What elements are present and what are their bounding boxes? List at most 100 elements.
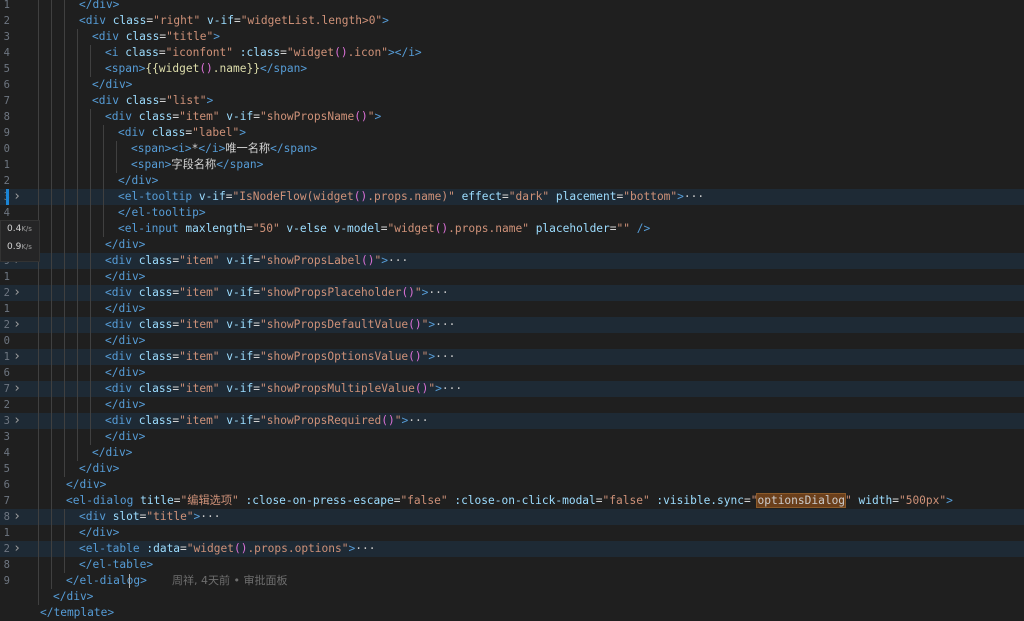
indent-guide xyxy=(90,397,91,413)
code-text[interactable]: <div class="item" v-if="showPropsName()"… xyxy=(105,109,381,125)
code-text[interactable]: </div> xyxy=(105,429,145,445)
code-text[interactable]: </div> xyxy=(92,445,132,461)
folded-ellipsis[interactable]: ··· xyxy=(435,318,455,331)
code-text[interactable]: <div class="right" v-if="widgetList.leng… xyxy=(79,13,389,29)
code-text[interactable]: <div class="item" v-if="showPropsPlaceho… xyxy=(105,285,449,301)
folded-ellipsis[interactable]: ··· xyxy=(355,542,375,555)
code-text[interactable]: </template> xyxy=(40,605,114,621)
download-speed: 0.9K/s xyxy=(7,242,32,252)
code-line[interactable]: 4 <i class="iconfont" :class="widget().ic… xyxy=(0,45,1024,61)
code-text[interactable]: <div class="item" v-if="showPropsOptions… xyxy=(105,349,455,365)
code-text[interactable]: </div> xyxy=(105,301,145,317)
code-text[interactable]: </div> xyxy=(66,477,106,493)
fold-chevron-icon[interactable]: › xyxy=(12,509,22,525)
code-text[interactable]: </div> xyxy=(105,397,145,413)
code-line[interactable]: 1 </div> xyxy=(0,301,1024,317)
code-text[interactable]: </el-dialog> xyxy=(66,573,147,589)
code-line[interactable]: 3›<el-tooltip v-if="IsNodeFlow(widget().… xyxy=(0,189,1024,205)
code-line[interactable]: 1 <span>字段名称</span> xyxy=(0,157,1024,173)
code-text[interactable]: <div class="item" v-if="showPropsDefault… xyxy=(105,317,455,333)
code-line[interactable]: 4 </el-tooltip> xyxy=(0,205,1024,221)
code-text[interactable]: </div> xyxy=(105,365,145,381)
code-text[interactable]: </div> xyxy=(92,77,132,93)
code-text[interactable]: <div class="title"> xyxy=(92,29,220,45)
code-line[interactable]: 3 <div class="title"> xyxy=(0,29,1024,45)
code-text[interactable]: <i class="iconfont" :class="widget().ico… xyxy=(105,45,422,61)
folded-ellipsis[interactable]: ··· xyxy=(408,414,428,427)
folded-ellipsis[interactable]: ··· xyxy=(428,286,448,299)
code-text[interactable]: <div class="label"> xyxy=(118,125,246,141)
code-line[interactable]: </template> xyxy=(0,605,1024,621)
code-line[interactable]: 6</div> xyxy=(0,237,1024,253)
code-text[interactable]: <el-input maxlength="50" v-else v-model=… xyxy=(118,221,650,237)
code-text[interactable]: </el-table> xyxy=(79,557,153,573)
code-text[interactable]: <div class="item" v-if="showPropsMultipl… xyxy=(105,381,462,397)
code-text[interactable]: </div> xyxy=(105,269,145,285)
code-text[interactable]: </div> xyxy=(118,173,158,189)
code-text[interactable]: <el-table :data="widget().props.options"… xyxy=(79,541,375,557)
code-text[interactable]: </div> xyxy=(79,525,119,541)
code-text[interactable]: <div class="list"> xyxy=(92,93,213,109)
code-line[interactable]: 9 </el-dialog> 周祥, 4天前 • 审批面板 xyxy=(0,573,1024,589)
folded-ellipsis[interactable]: ··· xyxy=(388,254,408,267)
fold-chevron-icon[interactable]: › xyxy=(12,349,22,365)
fold-chevron-icon[interactable]: › xyxy=(12,541,22,557)
code-line[interactable]: 3 › <div class="item" v-if="showPropsRequi… xyxy=(0,413,1024,429)
fold-chevron-icon[interactable]: › xyxy=(12,285,22,301)
fold-chevron-icon[interactable]: › xyxy=(12,413,22,429)
code-text[interactable]: </div> xyxy=(105,333,145,349)
indent-guide xyxy=(77,237,78,253)
fold-chevron-icon[interactable]: › xyxy=(12,189,22,205)
code-line[interactable]: 1 › <div class="item" v-if="showPropsOptio… xyxy=(0,349,1024,365)
code-line[interactable]: 5<el-input maxlength="50" v-else v-model… xyxy=(0,221,1024,237)
code-line[interactable]: 1 </div> xyxy=(0,269,1024,285)
code-line[interactable]: 7 <div class="list"> xyxy=(0,93,1024,109)
code-text[interactable]: <span>{{widget().name}}</span> xyxy=(105,61,307,77)
code-text[interactable]: <el-dialog title="编辑选项" :close-on-press-… xyxy=(66,493,953,509)
folded-ellipsis[interactable]: ··· xyxy=(435,350,455,363)
code-line[interactable]: 5 <span>{{widget().name}}</span> xyxy=(0,61,1024,77)
code-line[interactable]: 8 › <div slot="title">··· xyxy=(0,509,1024,525)
code-line[interactable]: 1 </div> xyxy=(0,0,1024,13)
code-text[interactable]: <div class="item" v-if="showPropsRequire… xyxy=(105,413,428,429)
code-line[interactable]: 8 <div class="item" v-if="showPropsName()… xyxy=(0,109,1024,125)
code-line[interactable]: 2 </div> xyxy=(0,173,1024,189)
code-line[interactable]: 0 </div> xyxy=(0,333,1024,349)
code-line[interactable]: 9›<div class="item" v-if="showPropsLabel… xyxy=(0,253,1024,269)
code-line[interactable]: 1 </div> xyxy=(0,525,1024,541)
code-text[interactable]: <div class="item" v-if="showPropsLabel()… xyxy=(105,253,408,269)
fold-chevron-icon[interactable]: › xyxy=(12,317,22,333)
code-line[interactable]: 6</div> xyxy=(0,477,1024,493)
code-text[interactable]: <div slot="title">··· xyxy=(79,509,221,525)
code-text[interactable]: </el-tooltip> xyxy=(118,205,206,221)
code-line[interactable]: 8 </el-table> xyxy=(0,557,1024,573)
code-line[interactable]: 5 </div> xyxy=(0,461,1024,477)
code-text[interactable]: </div> xyxy=(79,461,119,477)
code-text[interactable]: </div> xyxy=(105,237,145,253)
code-line[interactable]: 9 <div class="label"> xyxy=(0,125,1024,141)
folded-ellipsis[interactable]: ··· xyxy=(200,510,220,523)
code-text[interactable]: <span>字段名称</span> xyxy=(131,157,263,173)
folded-ellipsis[interactable]: ··· xyxy=(442,382,462,395)
code-text[interactable]: <el-tooltip v-if="IsNodeFlow(widget().pr… xyxy=(118,189,704,205)
code-editor[interactable]: 1 </div> 2 <div class="right" v-if="widgetL… xyxy=(0,0,1024,619)
code-line[interactable]: 2 › <div class="item" v-if="showPropsDefau… xyxy=(0,317,1024,333)
code-text[interactable]: <span><i>*</i>唯一名称</span> xyxy=(131,141,317,157)
code-line[interactable]: 6</div> xyxy=(0,365,1024,381)
code-line[interactable]: 0 <span><i>*</i>唯一名称</span> xyxy=(0,141,1024,157)
code-text[interactable]: </div> xyxy=(53,589,93,605)
code-line[interactable]: 2 › <div class="item" v-if="showPropsPlace… xyxy=(0,285,1024,301)
fold-chevron-icon[interactable]: › xyxy=(12,381,22,397)
code-line[interactable]: 4 </div> xyxy=(0,445,1024,461)
indent-guide xyxy=(77,317,78,333)
code-line[interactable]: 7 <el-dialog title="编辑选项" :close-on-press… xyxy=(0,493,1024,509)
code-line[interactable]: 2 <div class="right" v-if="widgetList.len… xyxy=(0,13,1024,29)
code-line[interactable]: 6</div> xyxy=(0,77,1024,93)
code-text[interactable]: </div> xyxy=(79,0,119,13)
folded-ellipsis[interactable]: ··· xyxy=(684,190,704,203)
code-line[interactable]: 2 </div> xyxy=(0,397,1024,413)
code-line[interactable]: 2 › <el-table :data="widget().props.option… xyxy=(0,541,1024,557)
code-line[interactable]: 7 › <div class="item" v-if="showPropsMulti… xyxy=(0,381,1024,397)
code-line[interactable]: </div> xyxy=(0,589,1024,605)
code-line[interactable]: 3 </div> xyxy=(0,429,1024,445)
